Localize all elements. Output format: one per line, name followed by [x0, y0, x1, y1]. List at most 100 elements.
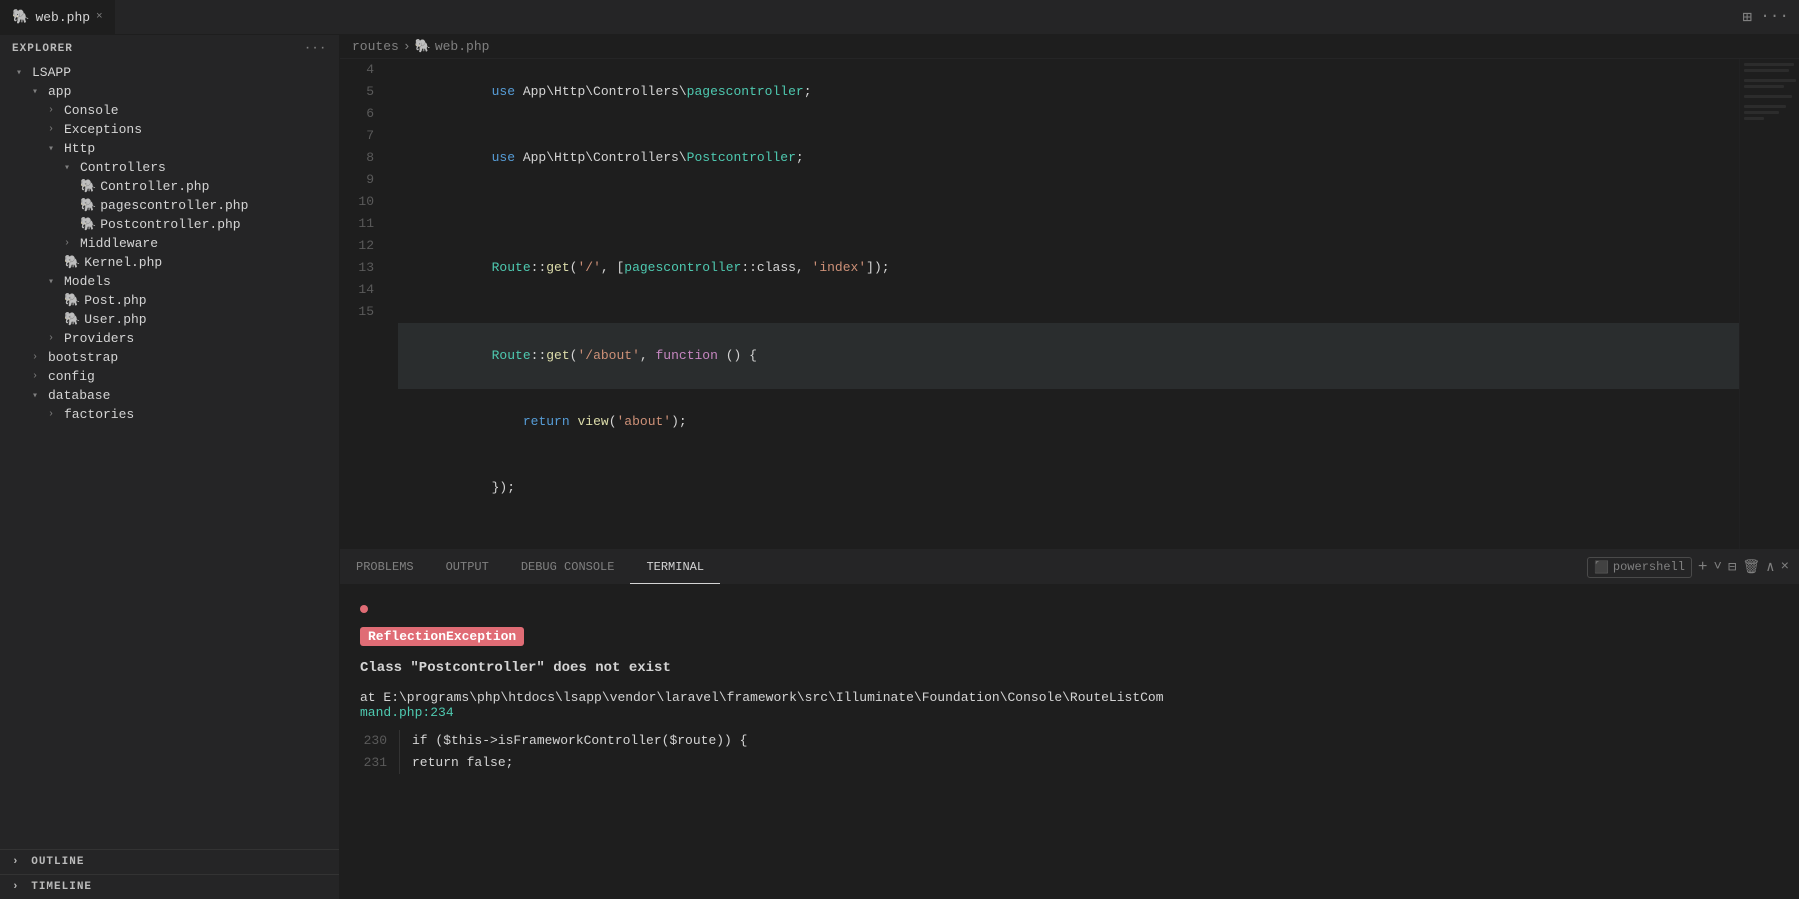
- editor-tab-web-php[interactable]: 🐘 web.php ×: [0, 0, 116, 34]
- sidebar-more-button[interactable]: ···: [304, 43, 327, 55]
- folder-label: Http: [64, 141, 95, 156]
- sidebar-timeline-section[interactable]: › TIMELINE: [0, 874, 339, 899]
- sidebar: EXPLORER ··· ▾ LSAPP ▾ app › Console: [0, 35, 340, 899]
- sidebar-item-providers[interactable]: › Providers: [0, 329, 339, 348]
- error-file: mand.php:234: [360, 705, 454, 720]
- php-file-icon: 🐘: [64, 293, 80, 308]
- close-panel-button[interactable]: ×: [1781, 559, 1789, 575]
- editor-content[interactable]: 4 5 6 7 8 9 10 11 12 13 14 15 use App\: [340, 59, 1799, 549]
- terminal-dot-indicator: [360, 595, 1779, 627]
- code-area: 4 5 6 7 8 9 10 11 12 13 14 15 use App\: [340, 59, 1799, 549]
- error-code-block: 230 if ($this->isFrameworkController($ro…: [360, 730, 1779, 774]
- arrow-icon: ›: [48, 409, 64, 420]
- file-label: Postcontroller.php: [100, 217, 240, 232]
- lsapp-label: LSAPP: [32, 65, 71, 80]
- error-path: E:\programs\php\htdocs\lsapp\vendor\lara…: [383, 690, 1163, 705]
- code-line-5: use App\Http\Controllers\Postcontroller;: [398, 125, 1739, 191]
- sidebar-outline-section[interactable]: › OUTLINE: [0, 849, 339, 874]
- arrow-icon: ›: [32, 371, 48, 382]
- line-numbers: 4 5 6 7 8 9 10 11 12 13 14 15: [340, 59, 390, 549]
- sidebar-item-database[interactable]: ▾ database: [0, 386, 339, 405]
- sidebar-item-pagescontroller-php[interactable]: 🐘 pagescontroller.php: [0, 196, 339, 215]
- sidebar-item-middleware[interactable]: › Middleware: [0, 234, 339, 253]
- error-message: Class "Postcontroller" does not exist: [360, 660, 1779, 676]
- php-file-icon: 🐘: [64, 255, 80, 270]
- split-editor-button[interactable]: ⊞: [1743, 7, 1753, 27]
- terminal-dropdown-button[interactable]: ˅: [1714, 559, 1722, 575]
- code-line-7: [398, 213, 1739, 235]
- code-line-13: [398, 521, 1739, 543]
- sidebar-header: EXPLORER ···: [0, 35, 339, 63]
- sidebar-item-exceptions[interactable]: › Exceptions: [0, 120, 339, 139]
- arrow-icon: ▾: [48, 143, 64, 155]
- tab-debug-console[interactable]: DEBUG CONSOLE: [505, 550, 631, 584]
- tab-more-button[interactable]: ···: [1760, 7, 1789, 27]
- error-at: at E:\programs\php\htdocs\lsapp\vendor\l…: [360, 690, 1779, 720]
- arrow-icon: ›: [48, 124, 64, 135]
- php-tab-icon: 🐘: [12, 9, 29, 26]
- line-num: 4: [356, 59, 374, 81]
- tab-close-button[interactable]: ×: [96, 11, 103, 23]
- code-line-4: use App\Http\Controllers\pagescontroller…: [398, 59, 1739, 125]
- sidebar-item-bootstrap[interactable]: › bootstrap: [0, 348, 339, 367]
- sidebar-item-controller-php[interactable]: 🐘 Controller.php: [0, 177, 339, 196]
- timeline-arrow-icon: ›: [12, 881, 20, 893]
- sidebar-item-user-php[interactable]: 🐘 User.php: [0, 310, 339, 329]
- editor-area: routes › 🐘 web.php 4 5 6 7 8 9 10 11 12 …: [340, 35, 1799, 899]
- folder-label: bootstrap: [48, 350, 118, 365]
- line-num: 14: [356, 279, 374, 301]
- breadcrumb-php-icon: 🐘: [415, 39, 431, 54]
- code-line-6: [398, 191, 1739, 213]
- sidebar-item-controllers[interactable]: ▾ Controllers: [0, 158, 339, 177]
- arrow-icon: ▾: [48, 276, 64, 288]
- panel: PROBLEMS OUTPUT DEBUG CONSOLE TERMINAL ⬛…: [340, 549, 1799, 899]
- sidebar-item-models[interactable]: ▾ Models: [0, 272, 339, 291]
- terminal-content[interactable]: ReflectionException Class "Postcontrolle…: [340, 585, 1799, 899]
- sidebar-item-post-php[interactable]: 🐘 Post.php: [0, 291, 339, 310]
- file-label: Kernel.php: [84, 255, 162, 270]
- line-num: 5: [356, 81, 374, 103]
- tab-problems[interactable]: PROBLEMS: [340, 550, 430, 584]
- add-terminal-button[interactable]: +: [1698, 558, 1708, 576]
- tab-terminal[interactable]: TERMINAL: [630, 550, 720, 584]
- line-num: 9: [356, 169, 374, 191]
- arrow-icon: ▾: [16, 67, 32, 79]
- error-badge: ReflectionException: [360, 627, 1779, 660]
- line-num: 11: [356, 213, 374, 235]
- minimap-visual: [1740, 59, 1799, 259]
- line-num: 10: [356, 191, 374, 213]
- kill-terminal-button[interactable]: 🗑: [1742, 559, 1760, 576]
- file-label: pagescontroller.php: [100, 198, 248, 213]
- breadcrumb: routes › 🐘 web.php: [340, 35, 1799, 59]
- arrow-icon: ▾: [32, 390, 48, 402]
- new-terminal-button[interactable]: ⬛ powershell: [1587, 557, 1692, 578]
- sidebar-item-http[interactable]: ▾ Http: [0, 139, 339, 158]
- arrow-icon: ›: [64, 238, 80, 249]
- line-num: 12: [356, 235, 374, 257]
- file-label: Controller.php: [100, 179, 209, 194]
- split-terminal-button[interactable]: ⊟: [1728, 559, 1736, 576]
- file-label: User.php: [84, 312, 146, 327]
- folder-label: factories: [64, 407, 134, 422]
- tab-output[interactable]: OUTPUT: [430, 550, 505, 584]
- maximize-panel-button[interactable]: ∧: [1766, 559, 1774, 576]
- arrow-icon: ›: [32, 352, 48, 363]
- sidebar-item-console[interactable]: › Console: [0, 101, 339, 120]
- php-file-icon: 🐘: [80, 179, 96, 194]
- main-area: EXPLORER ··· ▾ LSAPP ▾ app › Console: [0, 35, 1799, 899]
- line-num: 15: [356, 301, 374, 323]
- folder-label: database: [48, 388, 110, 403]
- timeline-label: TIMELINE: [31, 881, 92, 893]
- code-line-8: Route::get('/', [pagescontroller::class,…: [398, 235, 1739, 301]
- breadcrumb-separator: ›: [403, 39, 411, 54]
- sidebar-item-config[interactable]: › config: [0, 367, 339, 386]
- error-code-line-230: 230 if ($this->isFrameworkController($ro…: [360, 730, 1779, 752]
- folder-label: Middleware: [80, 236, 158, 251]
- sidebar-item-factories[interactable]: › factories: [0, 405, 339, 424]
- tab-label: web.php: [35, 10, 90, 25]
- sidebar-item-app[interactable]: ▾ app: [0, 82, 339, 101]
- sidebar-item-kernel-php[interactable]: 🐘 Kernel.php: [0, 253, 339, 272]
- sidebar-item-postcontroller-php[interactable]: 🐘 Postcontroller.php: [0, 215, 339, 234]
- tab-bar: 🐘 web.php × ⊞ ···: [0, 0, 1799, 35]
- sidebar-item-lsapp[interactable]: ▾ LSAPP: [0, 63, 339, 82]
